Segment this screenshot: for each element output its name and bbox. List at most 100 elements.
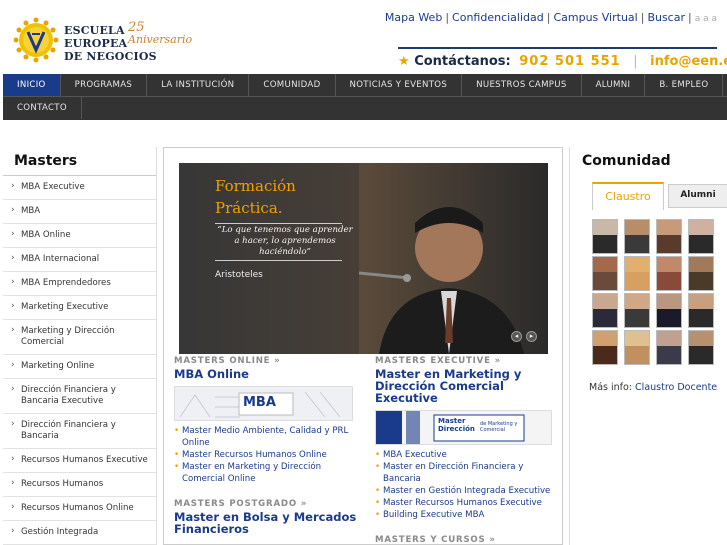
faculty-photo[interactable] xyxy=(688,330,714,365)
block-masters-executive: MASTERS EXECUTIVE » Master en Marketing … xyxy=(375,356,557,521)
faculty-photo[interactable] xyxy=(656,330,682,365)
block-title[interactable]: MBA Online xyxy=(174,368,359,380)
masters-item[interactable]: MBA Online xyxy=(3,224,156,248)
masters-item[interactable]: MBA Internacional xyxy=(3,248,156,272)
link-buscar[interactable]: Buscar xyxy=(647,11,685,24)
anniversary-badge: 25 Aniversario xyxy=(128,21,193,46)
hero-author: Aristoteles xyxy=(215,270,263,280)
masters-item[interactable]: MBA Emprendedores xyxy=(3,272,156,296)
masters-item[interactable]: MBA xyxy=(3,200,156,224)
phone-number[interactable]: 902 501 551 xyxy=(519,54,620,69)
faculty-photo[interactable] xyxy=(624,256,650,291)
logo-line: DE NEGOCIOS xyxy=(64,50,157,63)
executive-item[interactable]: Master en Dirección Financiera y Bancari… xyxy=(375,461,557,485)
executive-banner-sub: de Marketing y Comercial xyxy=(480,421,518,433)
block-masters-cursos: MASTERS Y CURSOS » xyxy=(375,535,557,545)
executive-item[interactable]: Master Recursos Humanos Executive xyxy=(375,497,557,509)
masters-item[interactable]: MBA Executive xyxy=(3,176,156,200)
slider-next-icon[interactable]: ▸ xyxy=(526,331,537,342)
contact-label: Contáctanos: xyxy=(414,54,511,69)
faculty-photo[interactable] xyxy=(656,293,682,328)
header-divider xyxy=(398,47,717,49)
contact-separator: | xyxy=(633,54,638,69)
link-campus-virtual[interactable]: Campus Virtual xyxy=(553,11,637,24)
executive-item[interactable]: MBA Executive xyxy=(375,449,557,461)
masters-list: MBA Executive MBA MBA Online MBA Interna… xyxy=(3,175,156,545)
executive-banner-label: Master Dirección xyxy=(438,417,475,433)
block-masters-online: MASTERS ONLINE » MBA Online MBA Master M… xyxy=(174,356,359,485)
block-category: MASTERS Y CURSOS » xyxy=(375,535,496,545)
masters-item[interactable]: Recursos Humanos Executive xyxy=(3,449,156,473)
contact-bar: ★ Contáctanos: 902 501 551 | info@een.ed… xyxy=(398,54,727,69)
faculty-photo[interactable] xyxy=(656,256,682,291)
faculty-photo[interactable] xyxy=(656,219,682,254)
nav-bolsa-empleo[interactable]: B. EMPLEO xyxy=(645,74,724,96)
hero-title-line: Práctica. xyxy=(215,199,283,217)
email-link[interactable]: info@een.edu xyxy=(650,54,727,69)
mba-banner-label: MBA xyxy=(243,395,276,410)
nav-la-institucion[interactable]: LA INSTITUCIÓN xyxy=(147,74,250,96)
online-item[interactable]: Master Medio Ambiente, Calidad y PRL Onl… xyxy=(174,425,359,449)
tab-alumni[interactable]: Alumni xyxy=(668,184,727,208)
tab-claustro[interactable]: Claustro xyxy=(592,182,664,210)
faculty-photo[interactable] xyxy=(624,219,650,254)
comunidad-sidebar: Comunidad Claustro Alumni Más info: Clau… xyxy=(569,147,727,545)
hero-title-line: Formación xyxy=(215,177,296,195)
logo-emblem-icon xyxy=(13,17,59,63)
masters-item[interactable]: Dirección Financiera y Bancaria Executiv… xyxy=(3,379,156,414)
nav-nuestros-campus[interactable]: NUESTROS CAMPUS xyxy=(462,74,582,96)
font-size-controls[interactable]: a a a xyxy=(695,14,717,24)
faculty-photo[interactable] xyxy=(688,219,714,254)
masters-item[interactable]: Recursos Humanos Online xyxy=(3,497,156,521)
star-icon: ★ xyxy=(398,54,410,69)
block-title[interactable]: Master en Bolsa y Mercados Financieros xyxy=(174,511,359,535)
claustro-docente-link[interactable]: Claustro Docente xyxy=(635,382,717,393)
header: ESCUELA EUROPEA DE NEGOCIOS 25 Aniversar… xyxy=(0,0,727,74)
nav-comunidad[interactable]: COMUNIDAD xyxy=(249,74,336,96)
more-info-label: Más info: xyxy=(589,382,633,393)
block-masters-postgrado: MASTERS POSTGRADO » Master en Bolsa y Me… xyxy=(174,499,359,535)
link-mapa-web[interactable]: Mapa Web xyxy=(385,11,442,24)
masters-item[interactable]: Gestión Integrada xyxy=(3,521,156,545)
main-nav: INICIO PROGRAMAS LA INSTITUCIÓN COMUNIDA… xyxy=(3,74,727,120)
faculty-photo[interactable] xyxy=(688,256,714,291)
anniversary-text: Aniversario xyxy=(128,33,193,46)
executive-list: MBA Executive Master en Dirección Financ… xyxy=(375,449,557,521)
main-content: Formación Práctica. “Lo que tenemos que … xyxy=(163,147,563,545)
sidebar-title: Masters xyxy=(14,153,78,169)
block-category: MASTERS EXECUTIVE » xyxy=(375,356,501,366)
online-list: Master Medio Ambiente, Calidad y PRL Onl… xyxy=(174,425,359,485)
executive-banner[interactable]: Master Dirección de Marketing y Comercia… xyxy=(375,410,552,445)
block-category: MASTERS POSTGRADO » xyxy=(174,499,308,509)
nav-programas[interactable]: PROGRAMAS xyxy=(61,74,148,96)
link-confidencialidad[interactable]: Confidencialidad xyxy=(452,11,544,24)
masters-item[interactable]: Dirección Financiera y Bancaria xyxy=(3,414,156,449)
nav-contacto[interactable]: CONTACTO xyxy=(3,97,82,119)
executive-item[interactable]: Master en Gestión Integrada Executive xyxy=(375,485,557,497)
comunidad-title: Comunidad xyxy=(582,153,671,169)
executive-item[interactable]: Building Executive MBA xyxy=(375,509,557,521)
faculty-photo[interactable] xyxy=(688,293,714,328)
faculty-photo[interactable] xyxy=(592,256,618,291)
online-item[interactable]: Master Recursos Humanos Online xyxy=(174,449,359,461)
faculty-photo[interactable] xyxy=(592,219,618,254)
hero-banner[interactable]: Formación Práctica. “Lo que tenemos que … xyxy=(179,163,548,354)
masters-item[interactable]: Marketing y Dirección Comercial xyxy=(3,320,156,355)
nav-noticias-eventos[interactable]: NOTICIAS Y EVENTOS xyxy=(336,74,463,96)
faculty-photo[interactable] xyxy=(592,293,618,328)
hero-quote: “Lo que tenemos que aprender a hacer, lo… xyxy=(217,225,353,257)
block-title[interactable]: Master en Marketing y Dirección Comercia… xyxy=(375,368,557,404)
mba-online-banner[interactable]: MBA xyxy=(174,386,353,421)
faculty-photo[interactable] xyxy=(592,330,618,365)
online-item[interactable]: Master en Marketing y Dirección Comercia… xyxy=(174,461,359,485)
masters-item[interactable]: Marketing Executive xyxy=(3,296,156,320)
masters-item[interactable]: Marketing Online xyxy=(3,355,156,379)
faculty-photo[interactable] xyxy=(624,330,650,365)
hero-title: Formación Práctica. xyxy=(215,175,296,219)
nav-inicio[interactable]: INICIO xyxy=(3,74,61,96)
slider-prev-icon[interactable]: ◂ xyxy=(511,331,522,342)
masters-item[interactable]: Recursos Humanos xyxy=(3,473,156,497)
faculty-photo[interactable] xyxy=(624,293,650,328)
nav-alumni[interactable]: ALUMNI xyxy=(582,74,646,96)
hero-divider xyxy=(215,260,342,261)
